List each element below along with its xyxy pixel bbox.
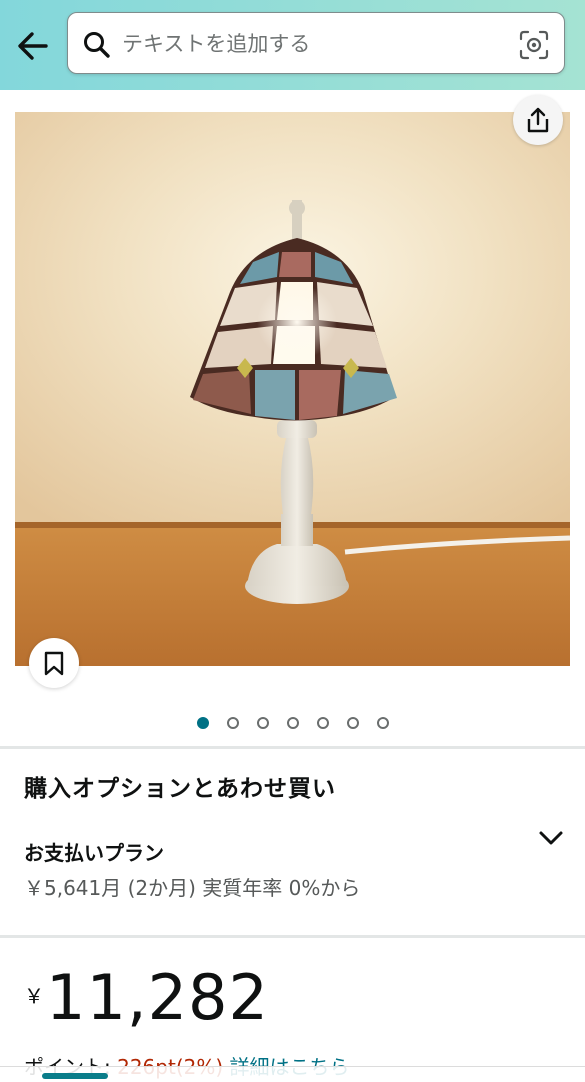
section-divider	[0, 746, 585, 749]
carousel-dot[interactable]	[316, 717, 329, 729]
price-currency-symbol: ￥	[24, 984, 44, 1008]
search-input[interactable]	[122, 25, 502, 63]
share-button[interactable]	[513, 95, 563, 145]
carousel-dot[interactable]	[346, 717, 359, 729]
price-value: 11,282	[46, 961, 269, 1034]
camera-scan-icon[interactable]	[518, 29, 550, 61]
image-carousel-indicator	[0, 717, 585, 737]
payment-plan-label: お支払いプラン	[24, 841, 164, 865]
payment-plan-detail: ￥5,641月 (2か月) 実質年率 0%から	[24, 876, 361, 900]
product-image[interactable]	[15, 112, 570, 666]
carousel-dot[interactable]	[286, 717, 299, 729]
top-bar	[0, 0, 585, 90]
bookmark-icon	[44, 651, 64, 676]
carousel-dot[interactable]	[196, 717, 209, 729]
share-icon	[527, 107, 549, 133]
search-box[interactable]	[67, 12, 565, 74]
search-icon	[84, 32, 110, 58]
back-button[interactable]	[14, 28, 54, 64]
carousel-dot[interactable]	[256, 717, 269, 729]
arrow-left-icon	[18, 32, 48, 60]
carousel-dot[interactable]	[376, 717, 389, 729]
wishlist-button[interactable]	[29, 638, 79, 688]
carousel-dot[interactable]	[226, 717, 239, 729]
payment-plan-toggle[interactable]	[536, 826, 566, 850]
purchase-options-title: 購入オプションとあわせ買い	[24, 776, 336, 802]
chevron-down-icon	[539, 831, 563, 845]
section-divider	[0, 935, 585, 938]
scroll-indicator	[42, 1073, 108, 1079]
